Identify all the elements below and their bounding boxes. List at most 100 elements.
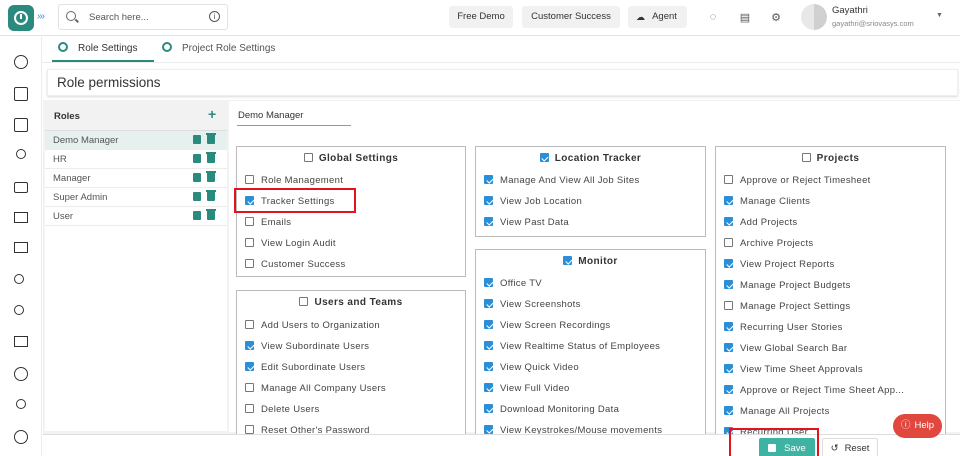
mail-icon[interactable] bbox=[14, 336, 28, 347]
permission-checkbox[interactable] bbox=[724, 259, 733, 268]
permission-checkbox[interactable] bbox=[724, 343, 733, 352]
permission-item[interactable]: Office TV bbox=[484, 278, 542, 289]
permission-checkbox[interactable] bbox=[484, 196, 493, 205]
timer-icon[interactable]: ◌ bbox=[705, 9, 721, 25]
permission-item[interactable]: Add Users to Organization bbox=[245, 320, 380, 331]
permission-checkbox[interactable] bbox=[724, 364, 733, 373]
trash-icon[interactable] bbox=[206, 190, 216, 201]
dashboard-icon[interactable] bbox=[14, 55, 28, 69]
avatar[interactable] bbox=[801, 4, 827, 30]
copy-icon[interactable] bbox=[193, 211, 201, 220]
role-row-demo-manager[interactable]: Demo Manager bbox=[45, 131, 227, 150]
permission-item[interactable]: View Time Sheet Approvals bbox=[724, 364, 863, 375]
role-name-input[interactable] bbox=[237, 106, 351, 126]
permission-checkbox[interactable] bbox=[245, 362, 254, 371]
permission-item[interactable]: Approve or Reject Time Sheet App... bbox=[724, 385, 904, 396]
tab-project-role-settings[interactable]: Project Role Settings bbox=[162, 41, 275, 61]
permission-item[interactable]: Download Monitoring Data bbox=[484, 404, 619, 415]
permission-item[interactable]: View Screen Recordings bbox=[484, 320, 610, 331]
permission-item[interactable]: Approve or Reject Timesheet bbox=[724, 175, 871, 186]
settings-icon[interactable]: ⚙ bbox=[768, 9, 784, 25]
permission-item[interactable]: Emails bbox=[245, 217, 291, 228]
role-row-super-admin[interactable]: Super Admin bbox=[45, 188, 227, 207]
permission-item[interactable]: View Past Data bbox=[484, 217, 569, 228]
permission-item[interactable]: Archive Projects bbox=[724, 238, 813, 249]
permission-checkbox[interactable] bbox=[484, 299, 493, 308]
admin-icon[interactable] bbox=[16, 399, 26, 409]
permission-checkbox[interactable] bbox=[724, 238, 733, 247]
copy-icon[interactable] bbox=[193, 192, 201, 201]
permission-checkbox[interactable] bbox=[484, 175, 493, 184]
permission-checkbox[interactable] bbox=[245, 404, 254, 413]
permission-checkbox[interactable] bbox=[484, 320, 493, 329]
permission-item[interactable]: View Full Video bbox=[484, 383, 570, 394]
expand-sidebar-icon[interactable]: ››› bbox=[37, 11, 45, 22]
help-button[interactable]: ⓘ Help bbox=[893, 414, 942, 438]
permission-item[interactable]: View Subordinate Users bbox=[245, 341, 369, 352]
permission-checkbox[interactable] bbox=[484, 383, 493, 392]
permission-checkbox[interactable] bbox=[724, 175, 733, 184]
permission-checkbox[interactable] bbox=[245, 320, 254, 329]
permission-checkbox[interactable] bbox=[724, 196, 733, 205]
reset-button[interactable]: ↺ Reset bbox=[822, 438, 878, 456]
gear-icon[interactable] bbox=[14, 367, 28, 381]
document-icon[interactable]: ▤ bbox=[737, 9, 753, 25]
calendar-icon[interactable] bbox=[14, 87, 28, 101]
permission-item[interactable]: View Quick Video bbox=[484, 362, 579, 373]
permission-checkbox[interactable] bbox=[484, 341, 493, 350]
trash-icon[interactable] bbox=[206, 152, 216, 163]
schedule-icon[interactable] bbox=[14, 118, 28, 132]
organization-icon[interactable] bbox=[14, 305, 24, 315]
role-row-user[interactable]: User bbox=[45, 207, 227, 226]
section-checkbox[interactable] bbox=[303, 153, 313, 162]
copy-icon[interactable] bbox=[193, 173, 201, 182]
permission-checkbox[interactable] bbox=[724, 280, 733, 289]
trash-icon[interactable] bbox=[206, 171, 216, 182]
alarm-icon[interactable] bbox=[14, 430, 28, 444]
section-checkbox[interactable] bbox=[299, 297, 309, 306]
trash-icon[interactable] bbox=[206, 209, 216, 220]
permission-checkbox[interactable] bbox=[245, 341, 254, 350]
permission-item[interactable]: Manage Clients bbox=[724, 196, 810, 207]
team-icon[interactable] bbox=[14, 274, 24, 284]
info-icon[interactable]: i bbox=[209, 11, 220, 22]
agent-button[interactable]: ☁ Agent bbox=[628, 6, 687, 28]
copy-icon[interactable] bbox=[193, 135, 201, 144]
customer-success-button[interactable]: Customer Success bbox=[522, 6, 620, 28]
permission-checkbox[interactable] bbox=[724, 217, 733, 226]
permission-item[interactable]: Manage And View All Job Sites bbox=[484, 175, 640, 186]
permission-item[interactable]: View Realtime Status of Employees bbox=[484, 341, 660, 352]
monitor-icon[interactable] bbox=[14, 212, 28, 223]
permission-item[interactable]: Manage All Projects bbox=[724, 406, 830, 417]
permission-checkbox[interactable] bbox=[245, 259, 254, 268]
copy-icon[interactable] bbox=[193, 154, 201, 163]
permission-checkbox[interactable] bbox=[484, 404, 493, 413]
permission-item[interactable]: Manage Project Settings bbox=[724, 301, 850, 312]
permission-item[interactable]: Manage All Company Users bbox=[245, 383, 386, 394]
role-row-manager[interactable]: Manager bbox=[45, 169, 227, 188]
permission-item[interactable]: Edit Subordinate Users bbox=[245, 362, 365, 373]
permission-item[interactable]: Recurring User Stories bbox=[724, 322, 843, 333]
role-row-hr[interactable]: HR bbox=[45, 150, 227, 169]
permission-checkbox[interactable] bbox=[245, 383, 254, 392]
permission-item[interactable]: View Screenshots bbox=[484, 299, 581, 310]
permission-item[interactable]: View Global Search Bar bbox=[724, 343, 847, 354]
permission-item[interactable]: View Project Reports bbox=[724, 259, 835, 270]
section-checkbox[interactable] bbox=[801, 153, 811, 162]
permission-checkbox[interactable] bbox=[245, 425, 254, 434]
permission-item[interactable]: Customer Success bbox=[245, 259, 346, 270]
briefcase-icon[interactable] bbox=[14, 182, 28, 193]
permission-checkbox[interactable] bbox=[484, 362, 493, 371]
permission-checkbox[interactable] bbox=[245, 238, 254, 247]
trash-icon[interactable] bbox=[206, 133, 216, 144]
permission-item[interactable]: Manage Project Budgets bbox=[724, 280, 851, 291]
permission-checkbox[interactable] bbox=[245, 175, 254, 184]
permission-item[interactable]: Add Projects bbox=[724, 217, 797, 228]
user-icon[interactable] bbox=[16, 149, 26, 159]
add-role-button[interactable]: + bbox=[208, 106, 216, 122]
permission-checkbox[interactable] bbox=[724, 406, 733, 415]
billing-icon[interactable] bbox=[14, 242, 28, 253]
permission-checkbox[interactable] bbox=[245, 217, 254, 226]
app-logo[interactable] bbox=[8, 5, 34, 31]
section-checkbox[interactable] bbox=[539, 153, 549, 162]
